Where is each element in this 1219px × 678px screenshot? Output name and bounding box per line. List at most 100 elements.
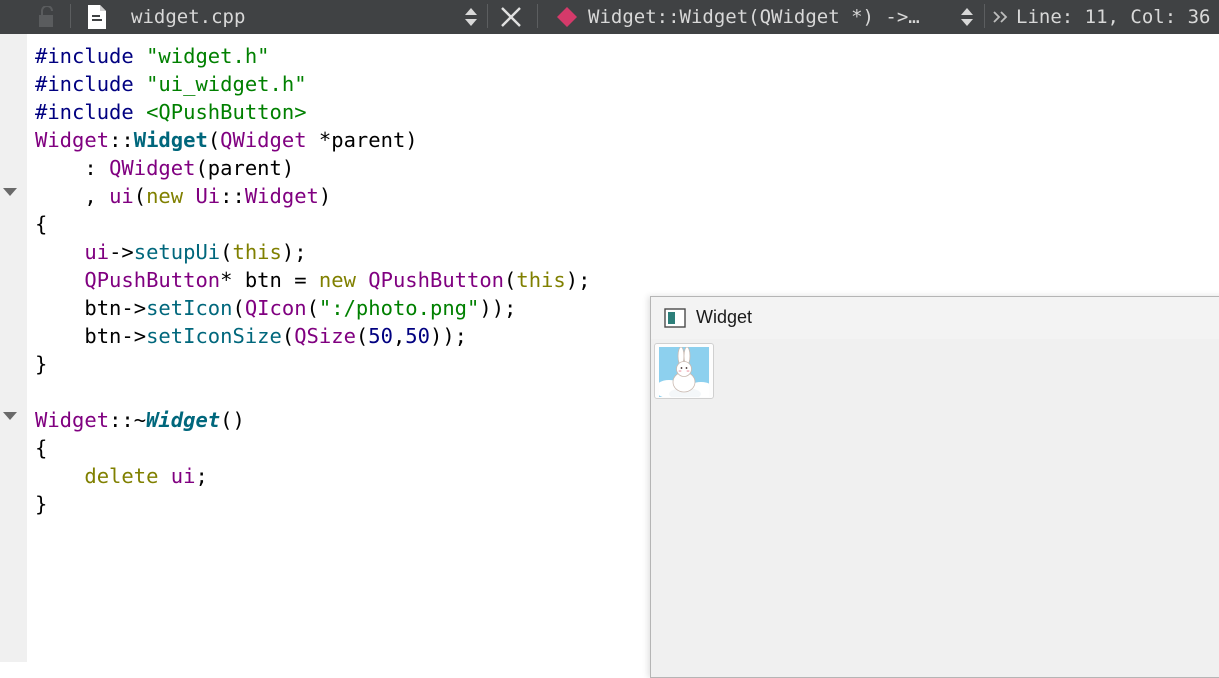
fold-arrow-icon[interactable]: [3, 412, 17, 420]
code-token: ,: [392, 324, 406, 348]
code-line[interactable]: }: [35, 490, 590, 518]
sort-arrows-icon[interactable]: [463, 0, 479, 34]
double-chevron-icon[interactable]: [992, 0, 1010, 34]
code-token: 50: [368, 324, 393, 348]
code-token: ));: [429, 324, 468, 348]
code-token: Widget: [35, 128, 110, 152]
close-icon[interactable]: [500, 0, 522, 34]
code-token: QSize: [294, 324, 356, 348]
code-line[interactable]: delete ui;: [35, 462, 590, 490]
file-name-selector[interactable]: widget.cpp: [131, 0, 245, 34]
code-token: ui: [170, 464, 196, 488]
window-app-icon: [664, 308, 686, 332]
code-token: {: [35, 436, 48, 460]
code-line[interactable]: #include "ui_widget.h": [35, 70, 590, 98]
code-token: (: [504, 268, 517, 292]
code-token: (: [232, 296, 245, 320]
code-token: (: [355, 324, 369, 348]
code-token: (): [220, 408, 245, 432]
cursor-position[interactable]: Line: 11, Col: 36: [1016, 0, 1210, 34]
code-token: QPushButton: [84, 268, 221, 292]
code-token: #include: [35, 44, 147, 68]
lock-icon[interactable]: [38, 0, 56, 34]
code-token: ui: [109, 184, 134, 208]
code-token: ::: [220, 184, 245, 208]
code-token: new: [146, 184, 184, 208]
symbol-diamond-icon: [555, 0, 579, 34]
code-token: btn->: [35, 324, 147, 348]
code-token: ;: [195, 464, 208, 488]
code-line[interactable]: }: [35, 350, 590, 378]
code-token: ->: [109, 240, 134, 264]
code-line[interactable]: #include "widget.h": [35, 42, 590, 70]
code-token: :: [35, 156, 110, 180]
code-token: #include: [35, 72, 147, 96]
code-token: (: [220, 240, 233, 264]
code-token: this: [232, 240, 282, 264]
photo-push-button[interactable]: [654, 343, 714, 399]
code-token: );: [281, 240, 307, 264]
code-token: (: [133, 184, 147, 208]
code-token: ":/photo.png": [318, 296, 480, 320]
code-token: QPushButton: [368, 268, 505, 292]
code-token: setupUi: [133, 240, 221, 264]
code-token: QWidget: [109, 156, 196, 180]
code-token: ::~: [109, 408, 147, 432]
code-token: (: [207, 128, 221, 152]
widget-window[interactable]: Widget: [650, 296, 1219, 678]
code-token: (: [281, 324, 295, 348]
code-token: btn->: [35, 296, 147, 320]
fold-arrow-icon[interactable]: [3, 188, 17, 196]
code-token: setIcon: [146, 296, 233, 320]
code-token: delete: [84, 464, 159, 488]
sort-arrows-icon[interactable]: [959, 0, 975, 34]
code-token: QIcon: [244, 296, 307, 320]
editor-toolbar: widget.cpp Widget::Widget(QWidget *) ->……: [0, 0, 1219, 34]
code-line[interactable]: Widget::Widget(QWidget *parent): [35, 126, 590, 154]
file-icon: [86, 0, 108, 34]
code-token: Widget: [35, 408, 110, 432]
code-token: {: [35, 212, 48, 236]
toolbar-divider: [537, 4, 538, 28]
code-line[interactable]: QPushButton* btn = new QPushButton(this)…: [35, 266, 590, 294]
symbol-selector[interactable]: Widget::Widget(QWidget *) ->…: [588, 0, 920, 34]
code-line[interactable]: {: [35, 210, 590, 238]
code-token: (parent): [195, 156, 295, 180]
code-token: setIconSize: [146, 324, 282, 348]
code-line[interactable]: Widget::~Widget(): [35, 406, 590, 434]
code-token: *parent): [306, 128, 418, 152]
code-line[interactable]: , ui(new Ui::Widget): [35, 182, 590, 210]
code-token: }: [35, 492, 48, 516]
code-token: QWidget: [220, 128, 307, 152]
code-token: this: [516, 268, 566, 292]
code-line[interactable]: btn->setIconSize(QSize(50,50));: [35, 322, 590, 350]
code-line[interactable]: {: [35, 434, 590, 462]
code-token: #include: [35, 100, 147, 124]
toolbar-divider: [984, 4, 985, 28]
code-token: ,: [35, 184, 110, 208]
code-token: ::: [109, 128, 134, 152]
code-token: * btn =: [220, 268, 319, 292]
toolbar-divider: [70, 4, 71, 28]
code-token: "widget.h": [146, 44, 270, 68]
code-line[interactable]: ui->setupUi(this);: [35, 238, 590, 266]
code-token: (: [306, 296, 319, 320]
toolbar-divider: [487, 4, 488, 28]
code-line[interactable]: [35, 378, 590, 406]
window-title-bar[interactable]: Widget: [651, 297, 1219, 339]
code-token: Widget: [133, 128, 208, 152]
code-line[interactable]: : QWidget(parent): [35, 154, 590, 182]
code-token: ));: [479, 296, 517, 320]
code-line[interactable]: btn->setIcon(QIcon(":/photo.png"));: [35, 294, 590, 322]
code-line[interactable]: #include <QPushButton>: [35, 98, 590, 126]
code-token: }: [35, 352, 48, 376]
rabbit-photo-icon: [659, 347, 709, 397]
code-token: Widget: [146, 408, 221, 432]
code-editor[interactable]: #include "widget.h" #include "ui_widget.h…: [35, 42, 590, 518]
